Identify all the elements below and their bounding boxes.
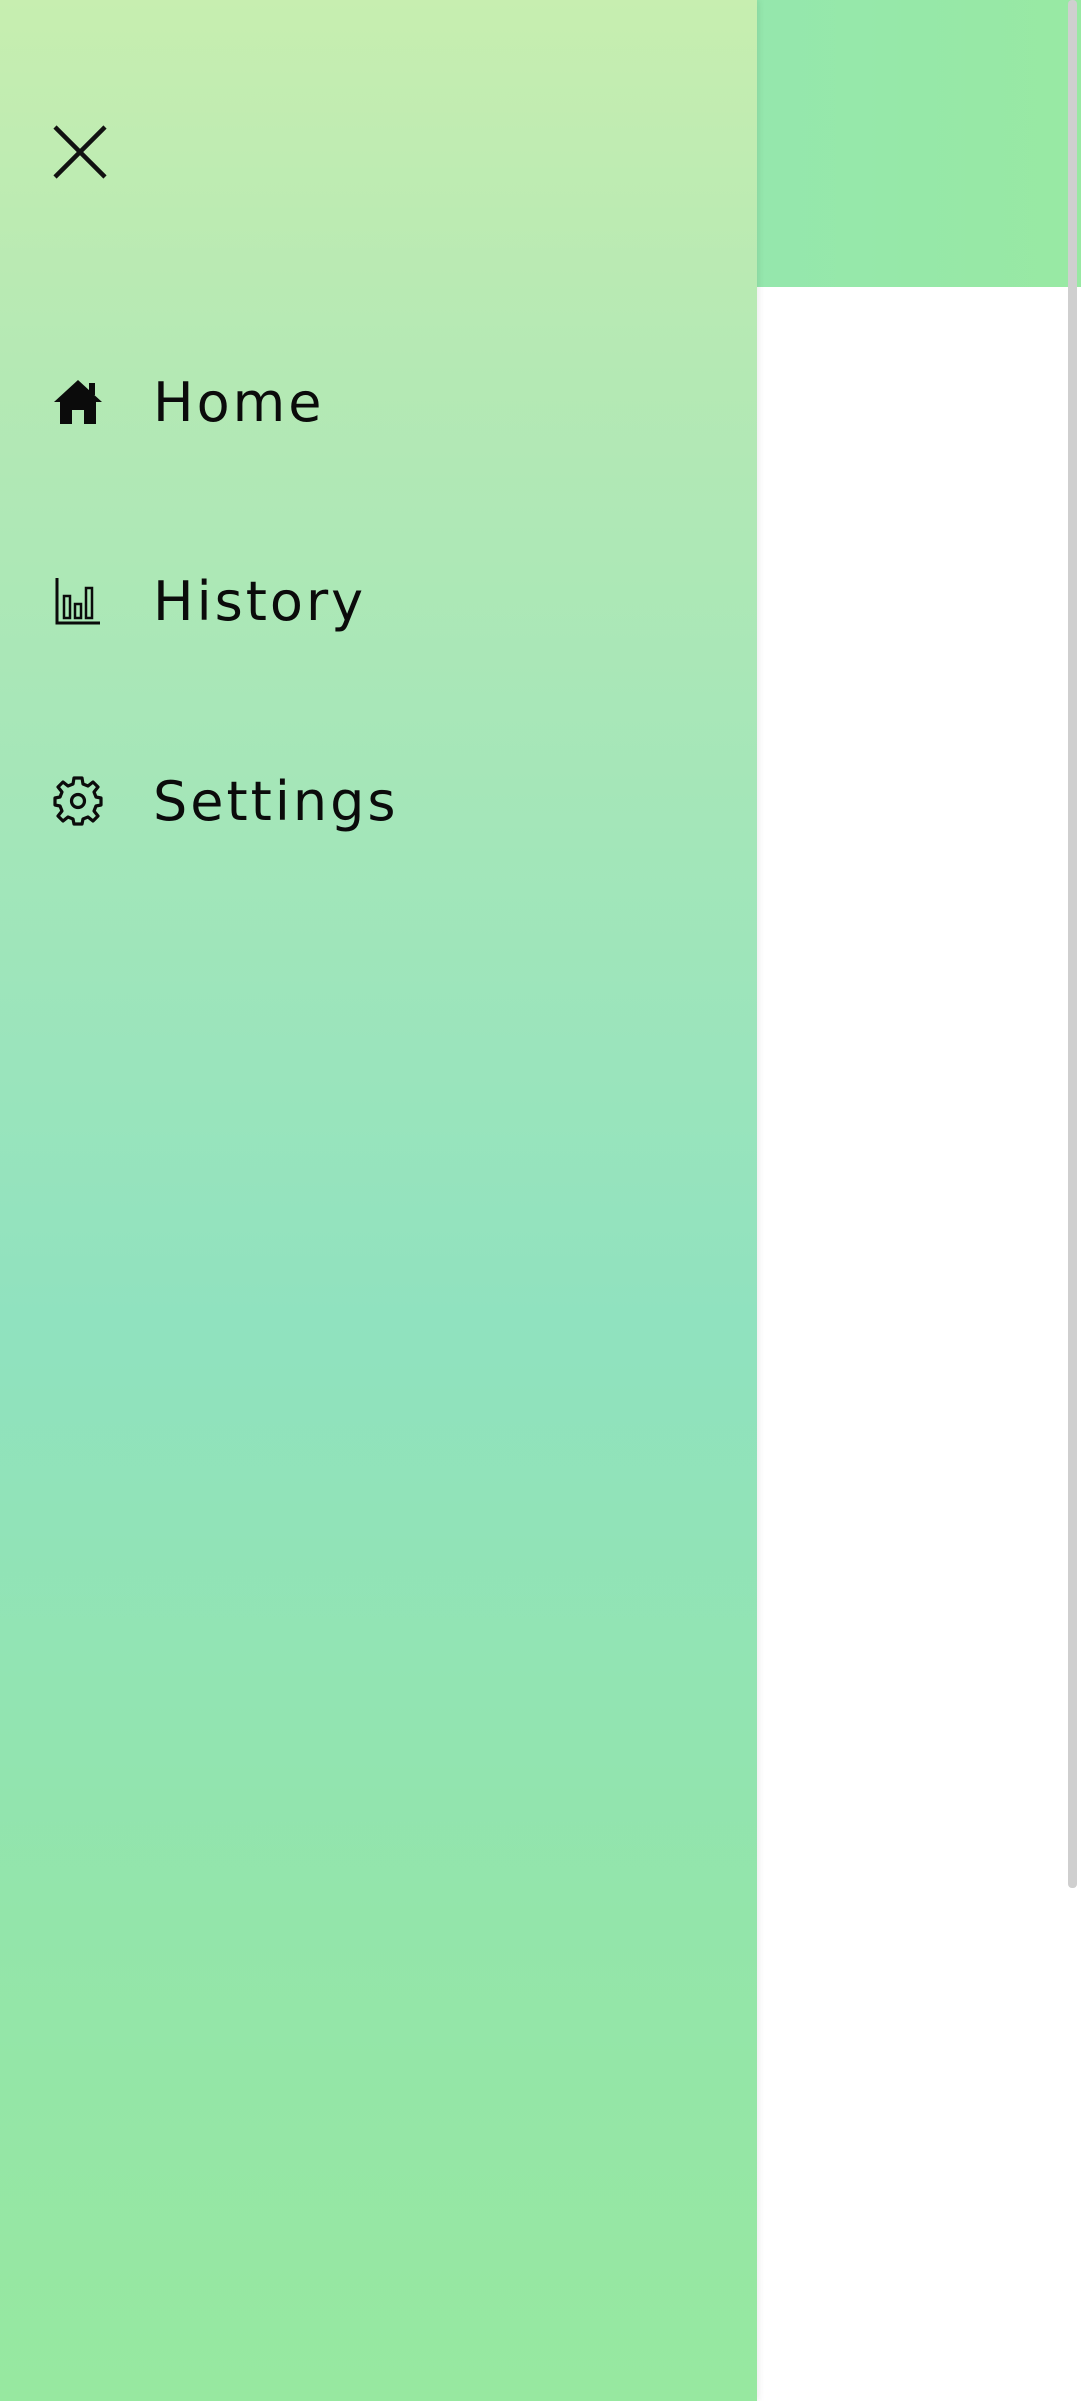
nav-item-history[interactable]: History [50, 561, 366, 641]
bar-chart-icon [50, 573, 106, 629]
nav-item-label: History [153, 569, 367, 633]
home-icon [50, 374, 106, 430]
nav-item-label: Settings [153, 769, 399, 833]
close-button[interactable] [52, 124, 108, 180]
nav-item-home[interactable]: Home [50, 362, 324, 442]
nav-item-label: Home [153, 370, 325, 434]
page-scrollbar[interactable] [1068, 0, 1077, 1888]
navigation-drawer: Home History Settings [0, 0, 757, 2401]
nav-item-settings[interactable]: Settings [50, 761, 398, 841]
close-icon [53, 125, 107, 179]
gear-icon [50, 773, 106, 829]
